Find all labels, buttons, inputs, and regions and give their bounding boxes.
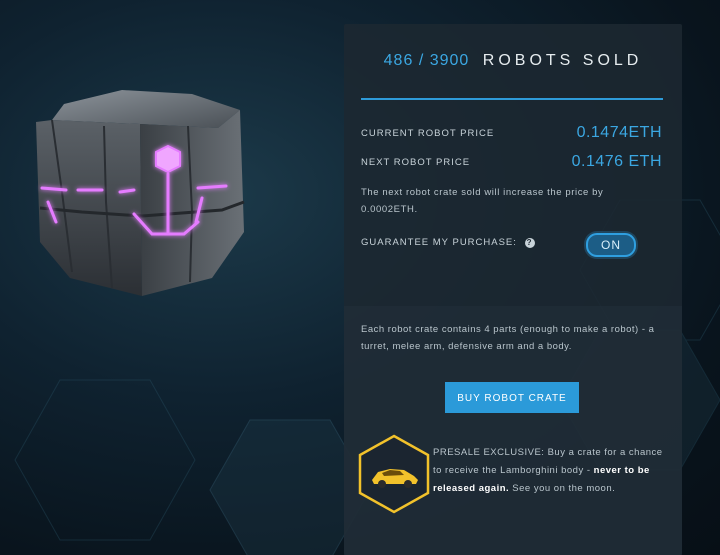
next-price-label: NEXT ROBOT PRICE [361,157,471,168]
current-price-label: CURRENT ROBOT PRICE [361,128,495,139]
price-increase-note: The next robot crate sold will increase … [361,187,604,215]
crate-description: Each robot crate contains 4 parts (enoug… [361,324,655,352]
presale-tail: See you on the moon. [509,483,616,494]
next-price-value: 0.1476 ETH [571,153,662,170]
guarantee-label: GUARANTEE MY PURCHASE: ? [361,237,535,248]
purchase-panel: 486 / 3900 ROBOTS SOLD CURRENT ROBOT PRI… [344,24,682,555]
robot-crate-image [22,82,258,304]
header-divider [361,98,663,100]
sold-total: 3900 [429,52,470,69]
sold-count: 486 [383,52,414,69]
sold-label: ROBOTS SOLD [482,52,643,69]
lamborghini-badge-icon [358,434,430,514]
presale-text: PRESALE EXCLUSIVE: Buy a crate for a cha… [433,444,673,498]
help-icon[interactable]: ? [524,238,535,248]
buy-robot-crate-button[interactable]: BUY ROBOT CRATE [445,382,579,413]
sold-separator: / [418,52,425,69]
robot-crate-icon [36,90,245,296]
robots-sold-counter: 486 / 3900 ROBOTS SOLD [344,52,682,70]
guarantee-text: GUARANTEE MY PURCHASE: [361,237,517,248]
guarantee-toggle[interactable]: ON [586,233,636,257]
current-price-value: 0.1474ETH [576,124,662,141]
